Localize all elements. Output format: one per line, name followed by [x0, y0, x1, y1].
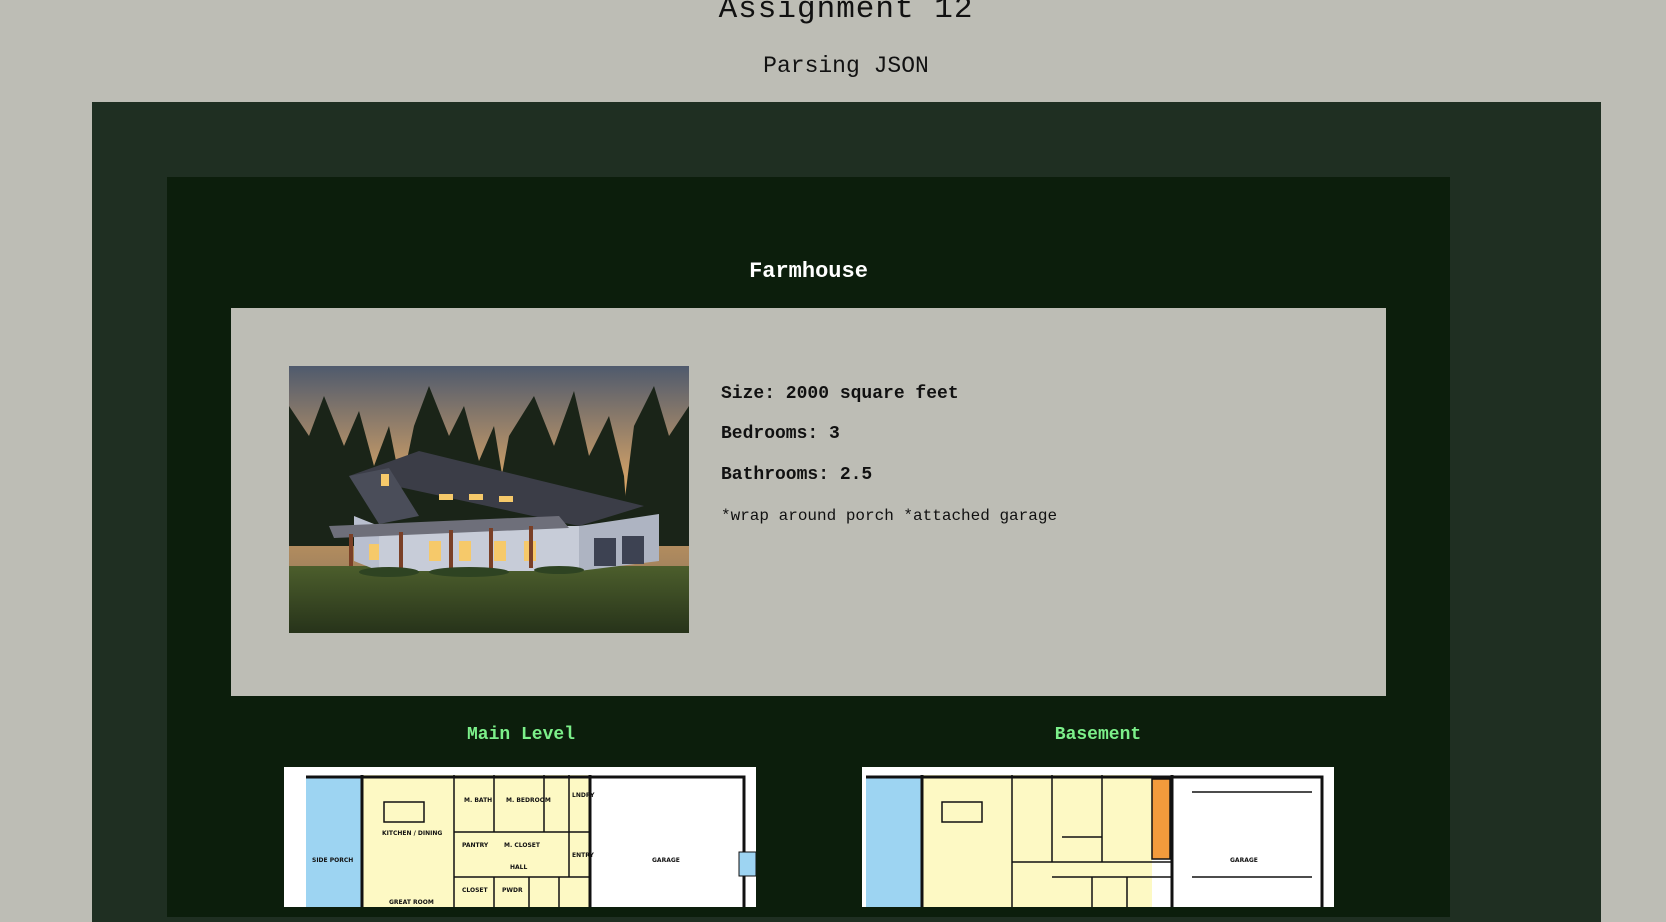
- room-side-porch: SIDE PORCH: [312, 857, 353, 864]
- page-title: Assignment 12: [718, 0, 974, 27]
- room-bedroom: M. BEDROOM: [506, 797, 551, 804]
- room-hall: HALL: [510, 864, 527, 871]
- room-garage: GARAGE: [652, 857, 680, 864]
- room-pantry: PANTRY: [462, 842, 489, 849]
- room-closet-small: CLOSET: [462, 887, 489, 894]
- room-closet: M. CLOSET: [504, 842, 541, 849]
- house-bedrooms: Bedrooms: 3: [721, 424, 840, 444]
- basement-label: Basement: [1054, 725, 1142, 745]
- room-bath: M. BATH: [464, 797, 492, 804]
- room-powder: PWDR: [502, 887, 523, 894]
- basement-floorplan-drawing: GARAGE: [866, 775, 1324, 907]
- farmhouse-photo: [289, 366, 689, 633]
- room-great-room: GREAT ROOM: [389, 899, 434, 906]
- main-level-floorplan: SIDE PORCH KITCHEN / DINING M. BATH M. B…: [284, 767, 756, 907]
- farmhouse-photo-illustration: [289, 366, 689, 633]
- house-title: Farmhouse: [749, 259, 868, 284]
- room-entry: ENTRY: [572, 852, 595, 859]
- basement-floorplan: GARAGE: [862, 767, 1334, 907]
- room-kitchen: KITCHEN / DINING: [382, 830, 442, 837]
- room-basement-garage: GARAGE: [1230, 857, 1258, 864]
- main-level-floorplan-drawing: SIDE PORCH KITCHEN / DINING M. BATH M. B…: [306, 775, 756, 907]
- page-subtitle: Parsing JSON: [763, 53, 929, 79]
- main-level-label: Main Level: [466, 725, 576, 745]
- house-bathrooms: Bathrooms: 2.5: [721, 465, 873, 485]
- room-laundry: LNDRY: [572, 792, 595, 799]
- house-size: Size: 2000 square feet: [721, 384, 959, 404]
- house-features: *wrap around porch *attached garage: [721, 507, 1058, 525]
